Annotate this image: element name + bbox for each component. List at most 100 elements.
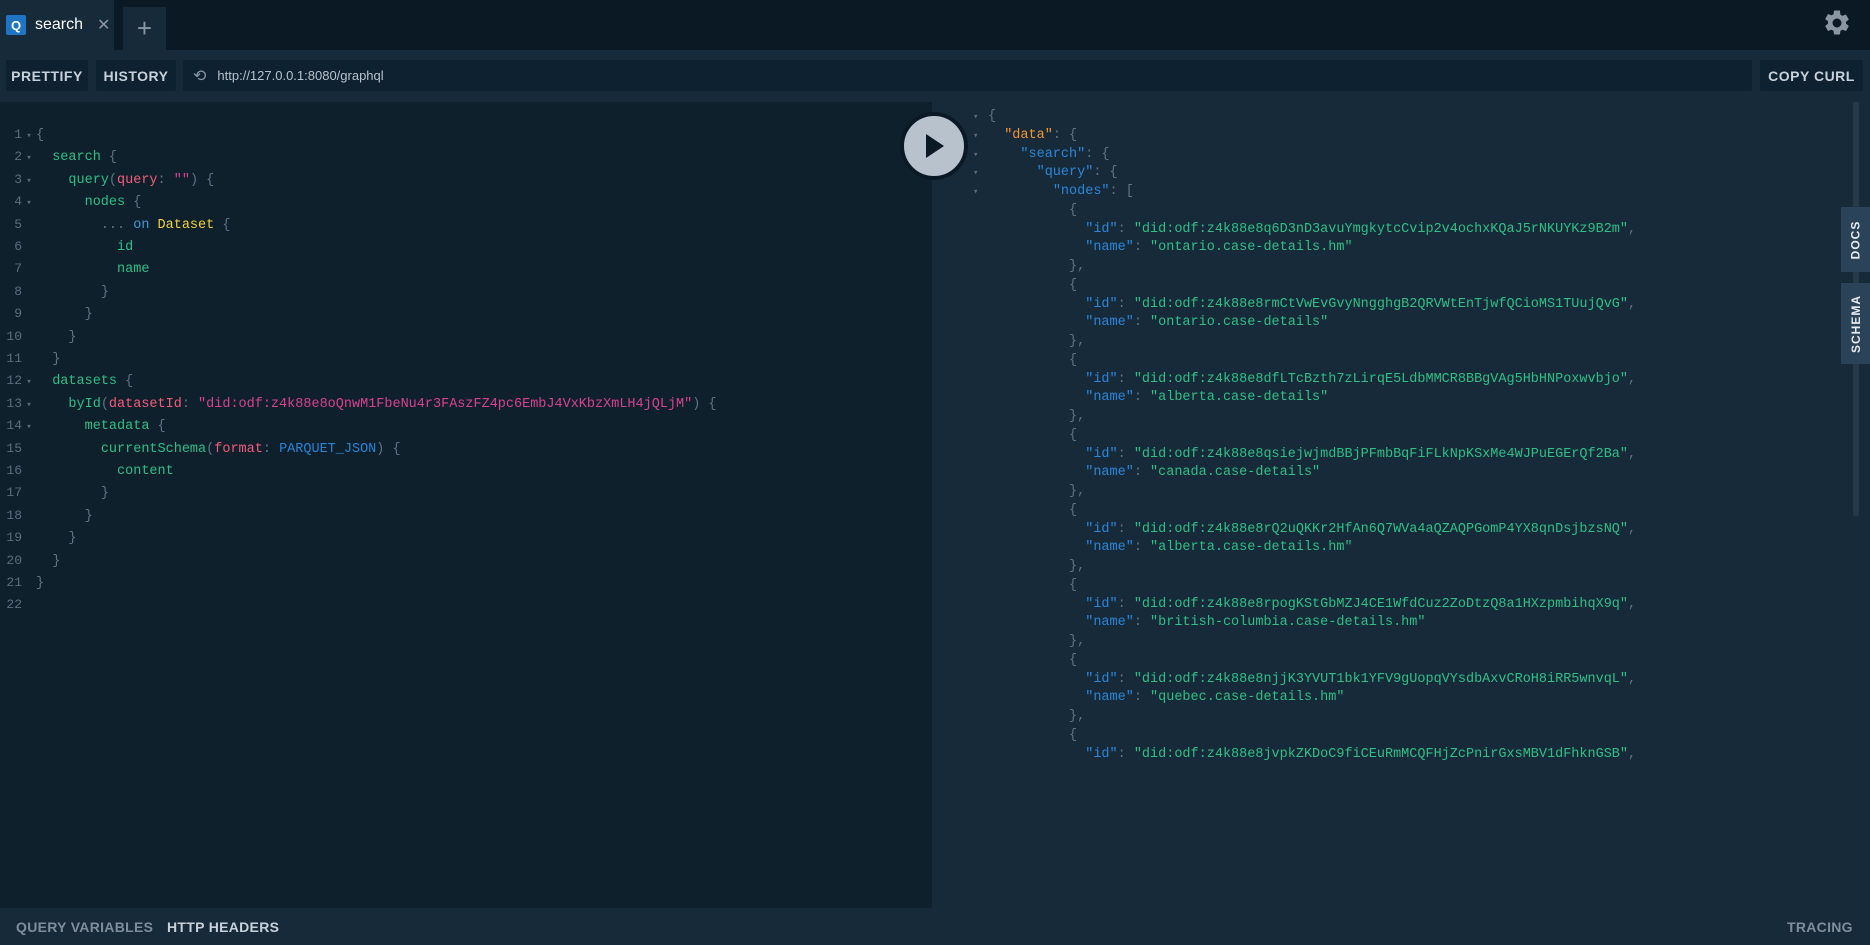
- execute-query-button[interactable]: [900, 112, 968, 180]
- query-line[interactable]: 11 }: [0, 348, 60, 370]
- json-token: {: [1069, 652, 1078, 668]
- json-token: "id": [1085, 371, 1118, 387]
- code-token: on: [133, 217, 150, 233]
- docs-tab[interactable]: DOCS: [1841, 207, 1870, 272]
- line-number: 2: [14, 149, 22, 165]
- query-line[interactable]: 19 }: [0, 527, 76, 549]
- json-token: "did:odf:z4k88e8qsiejwjmdBBjPFmbBqFiFLkN…: [1133, 446, 1629, 462]
- http-headers-tab[interactable]: HTTP HEADERS: [167, 919, 279, 935]
- query-variables-tab[interactable]: QUERY VARIABLES: [16, 919, 153, 935]
- json-token: :: [1133, 540, 1151, 556]
- line-number: 15: [6, 440, 22, 456]
- json-token: "name": [1085, 465, 1134, 481]
- json-token: "id": [1085, 446, 1118, 462]
- query-line[interactable]: 16 content: [0, 460, 173, 482]
- tab-search[interactable]: Q search ✕: [0, 0, 114, 50]
- query-line[interactable]: 18 }: [0, 505, 92, 527]
- fold-arrow-icon[interactable]: ▾: [22, 371, 36, 393]
- endpoint-url-bar[interactable]: ⟲ http://127.0.0.1:8080/graphql: [183, 60, 1752, 91]
- query-line[interactable]: 2 ▾ search {: [0, 146, 117, 168]
- json-token: "id": [1085, 521, 1118, 537]
- query-line[interactable]: 13 ▾ byId(datasetId: "did:odf:z4k88e8oQnw…: [0, 393, 716, 416]
- query-line[interactable]: 5 ... on Dataset {: [0, 214, 230, 236]
- query-line[interactable]: 3 ▾ query(query: "") {: [0, 169, 214, 191]
- json-token: :: [1133, 390, 1151, 406]
- fold-arrow-icon[interactable]: ▾: [22, 416, 36, 438]
- code-token: search: [52, 150, 101, 166]
- json-token: {: [1069, 202, 1078, 218]
- query-editor[interactable]: 1 ▾{2 ▾ search {3 ▾ query(query: "") {4 ▾ no…: [0, 102, 932, 908]
- query-line[interactable]: 4 ▾ nodes {: [0, 191, 141, 213]
- copy-curl-button[interactable]: COPY CURL: [1760, 60, 1863, 91]
- json-token: "nodes": [1052, 184, 1110, 199]
- code-token: {: [117, 374, 134, 390]
- query-line[interactable]: 6 id: [0, 236, 133, 258]
- fold-arrow-icon[interactable]: ▾: [22, 125, 36, 147]
- json-token: : {: [1052, 127, 1078, 143]
- json-token: {: [1069, 502, 1078, 518]
- fold-arrow-icon[interactable]: ▾: [973, 181, 978, 203]
- fold-arrow-icon[interactable]: ▾: [22, 147, 36, 169]
- fold-arrow-icon[interactable]: ▾: [22, 192, 36, 214]
- code-token: }: [52, 352, 61, 367]
- close-icon[interactable]: ✕: [97, 15, 110, 35]
- json-token: ,: [1628, 296, 1637, 312]
- json-token: "query": [1036, 165, 1094, 181]
- query-line[interactable]: 1 ▾{: [0, 124, 44, 146]
- query-line[interactable]: 15 currentSchema(format: PARQUET_JSON) {: [0, 438, 400, 460]
- json-token: "id": [1085, 296, 1118, 312]
- json-token: "canada.case-details": [1150, 465, 1321, 481]
- json-token: "ontario.case-details": [1150, 315, 1329, 331]
- json-token: "id": [1085, 671, 1118, 687]
- query-line[interactable]: 10 }: [0, 326, 77, 348]
- json-token: ,: [1628, 671, 1637, 687]
- code-token: :: [157, 172, 174, 188]
- json-token: : [: [1109, 184, 1134, 199]
- query-line[interactable]: 21}: [0, 572, 44, 594]
- reload-icon[interactable]: ⟲: [193, 66, 206, 86]
- code-token: (: [100, 396, 109, 412]
- json-token: {: [1069, 277, 1078, 293]
- history-button[interactable]: HISTORY: [96, 60, 176, 91]
- fold-arrow-icon[interactable]: ▾: [22, 170, 36, 192]
- json-token: "data": [1004, 127, 1053, 143]
- code-token: }: [68, 329, 77, 345]
- endpoint-url[interactable]: http://127.0.0.1:8080/graphql: [217, 68, 383, 83]
- add-tab-button[interactable]: +: [123, 7, 166, 50]
- result-viewer[interactable]: {▾ "data": {▾ "search": {▾ "query": {▾ "…: [932, 102, 1870, 908]
- line-number: 17: [6, 485, 22, 501]
- tracing-tab[interactable]: TRACING: [1787, 919, 1853, 935]
- code-token: {: [100, 150, 118, 166]
- schema-tab[interactable]: SCHEMA: [1841, 283, 1870, 364]
- query-line[interactable]: 20 }: [0, 550, 60, 572]
- query-line[interactable]: 8 }: [0, 281, 109, 303]
- query-line[interactable]: 17 }: [0, 482, 109, 504]
- json-token: : {: [1085, 146, 1110, 162]
- json-token: "did:odf:z4k88e8rQ2uQKKr2HfAn6Q7WVa4aQZA…: [1133, 521, 1629, 537]
- query-line[interactable]: 9 }: [0, 303, 93, 325]
- prettify-button[interactable]: PRETTIFY: [6, 60, 88, 91]
- query-line[interactable]: 22: [0, 594, 36, 616]
- line-number: 12: [6, 373, 22, 389]
- gear-icon[interactable]: [1822, 8, 1852, 38]
- json-token: "search": [1020, 146, 1086, 162]
- query-line[interactable]: 14 ▾ metadata {: [0, 415, 165, 438]
- query-line[interactable]: 7 name: [0, 258, 149, 280]
- fold-arrow-icon[interactable]: ▾: [22, 394, 36, 416]
- code-token: "did:odf:z4k88e8oQnwM1FbeNu4r3FAszFZ4pc6…: [198, 396, 693, 412]
- query-line[interactable]: 12 ▾ datasets {: [0, 370, 133, 392]
- json-token: "name": [1085, 540, 1134, 556]
